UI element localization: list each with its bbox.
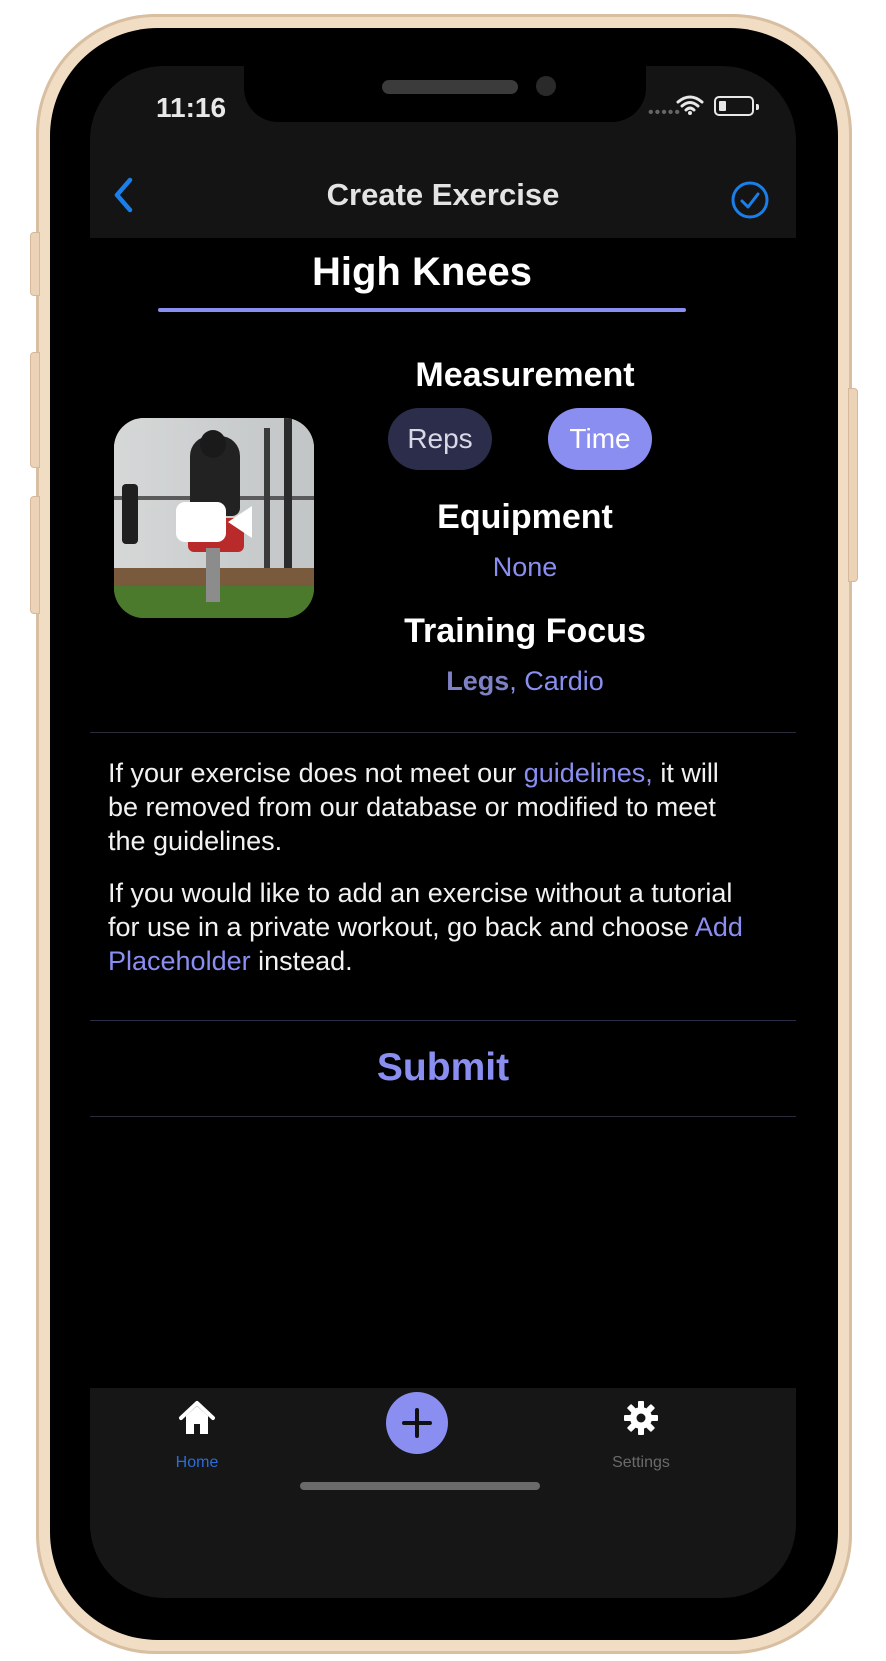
guidelines-link[interactable]: guidelines, — [524, 758, 653, 788]
page-title: Create Exercise — [326, 177, 560, 212]
checkmark-circle-icon[interactable] — [730, 180, 770, 220]
gear-icon — [624, 1401, 658, 1435]
power-button — [848, 388, 858, 582]
add-button[interactable] — [386, 1392, 448, 1454]
measurement-toggle: Reps Time — [360, 408, 690, 470]
focus-separator: , — [509, 666, 525, 696]
measurement-heading: Measurement — [415, 356, 635, 394]
video-camera-icon — [176, 502, 252, 542]
time-option[interactable]: Time — [548, 408, 652, 470]
training-focus-heading: Training Focus — [404, 612, 646, 650]
plus-icon — [402, 1408, 432, 1438]
name-underline — [158, 308, 686, 312]
volume-down-button — [30, 496, 40, 614]
tab-home-label: Home — [175, 1454, 219, 1471]
battery-icon — [714, 96, 759, 116]
tab-settings-label: Settings — [612, 1454, 670, 1471]
notch — [244, 66, 646, 122]
home-indicator — [300, 1482, 540, 1490]
divider — [90, 1020, 796, 1021]
placeholder-notice: If you would like to add an exercise wit… — [108, 878, 743, 976]
wifi-icon — [676, 95, 704, 115]
exercise-name-field[interactable]: High Knees — [158, 242, 686, 312]
tab-home[interactable]: Home — [132, 1398, 262, 1472]
video-thumbnail[interactable] — [114, 418, 314, 618]
speaker-grille — [382, 80, 518, 94]
equipment-value[interactable]: None — [360, 552, 690, 583]
volume-up-button — [30, 352, 40, 468]
back-button[interactable] — [104, 170, 144, 220]
divider — [90, 1116, 796, 1117]
submit-button[interactable]: Submit — [90, 1022, 796, 1114]
mute-switch — [30, 232, 40, 296]
front-camera — [536, 76, 556, 96]
exercise-name-value: High Knees — [311, 250, 533, 294]
focus-primary: Legs — [446, 666, 510, 696]
chevron-left-icon — [114, 177, 133, 213]
guidelines-notice: If your exercise does not meet our guide… — [108, 758, 719, 856]
training-focus-value[interactable]: Legs, Cardio — [360, 666, 690, 697]
tab-bar: Home Settings — [90, 1388, 796, 1598]
equipment-heading: Equipment — [437, 498, 613, 536]
house-icon — [179, 1401, 215, 1434]
status-bar: 11:16 ••••• — [90, 66, 796, 152]
reps-option[interactable]: Reps — [388, 408, 492, 470]
divider — [90, 732, 796, 733]
screen: 11:16 ••••• Create Exercise High Knees M… — [90, 66, 796, 1598]
focus-secondary: Cardio — [524, 666, 604, 696]
status-time: 11:16 — [156, 92, 227, 123]
nav-bar: Create Exercise — [90, 152, 796, 238]
tab-settings[interactable]: Settings — [576, 1398, 706, 1472]
